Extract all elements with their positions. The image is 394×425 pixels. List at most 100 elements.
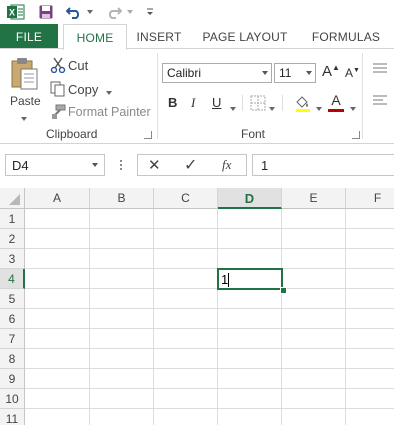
row-header[interactable]: 10 [0, 389, 25, 409]
redo-dropdown-icon[interactable] [126, 2, 134, 22]
gridline [25, 348, 394, 349]
format-painter-button[interactable]: Format Painter [68, 105, 151, 119]
row-header[interactable]: 11 [0, 409, 25, 425]
cancel-icon[interactable]: ✕ [148, 156, 161, 174]
borders-dropdown-icon[interactable] [269, 101, 275, 115]
tab-page-layout[interactable]: PAGE LAYOUT [196, 24, 294, 48]
grow-font-button[interactable]: A▲ [322, 63, 340, 80]
divider [242, 95, 243, 111]
excel-logo-icon[interactable]: X [6, 2, 26, 22]
copy-icon[interactable] [50, 81, 66, 97]
underline-button[interactable]: U [212, 95, 221, 110]
shrink-font-button[interactable]: A▼ [345, 66, 360, 80]
gridline [153, 209, 154, 425]
fill-handle[interactable] [280, 287, 287, 294]
quick-access-toolbar: X [0, 0, 394, 24]
gridline [25, 368, 394, 369]
chevron-down-icon [92, 163, 98, 167]
column-header[interactable]: F [346, 188, 394, 209]
font-launcher-icon[interactable] [352, 131, 360, 139]
name-box[interactable]: D4 [5, 154, 105, 176]
font-color-dropdown-icon[interactable] [350, 101, 356, 115]
group-divider [362, 53, 363, 139]
insert-function-icon[interactable]: fx [222, 157, 231, 173]
name-box-value: D4 [12, 158, 29, 173]
column-header[interactable]: B [90, 188, 154, 209]
clipboard-group-label: Clipboard [46, 127, 98, 141]
gridline [345, 209, 346, 425]
tab-home[interactable]: HOME [63, 24, 127, 50]
copy-dropdown-icon[interactable] [106, 85, 112, 99]
tab-formulas[interactable]: FORMULAS [304, 24, 388, 48]
undo-dropdown-icon[interactable] [86, 2, 94, 22]
row-header[interactable]: 3 [0, 249, 25, 269]
chevron-down-icon [306, 71, 312, 75]
row-header[interactable]: 6 [0, 309, 25, 329]
underline-dropdown-icon[interactable] [230, 101, 236, 115]
clipboard-launcher-icon[interactable] [144, 131, 152, 139]
row-header[interactable]: 2 [0, 229, 25, 249]
gridline [281, 209, 282, 425]
column-header-active[interactable]: D [218, 188, 282, 209]
row-header-active[interactable]: 4 [0, 269, 25, 289]
shrink-font-icon: A [345, 66, 354, 80]
font-size-value: 11 [279, 66, 292, 80]
font-size-box[interactable]: 11 [274, 63, 316, 83]
customize-qat-icon[interactable] [144, 2, 156, 22]
tab-file[interactable]: FILE [0, 24, 58, 48]
formula-bar-grip-icon[interactable] [119, 157, 123, 173]
row-header[interactable]: 8 [0, 349, 25, 369]
formula-buttons: ✕ ✓ fx [137, 154, 247, 176]
font-name-value: Calibri [167, 66, 202, 80]
fill-color-icon[interactable] [294, 94, 312, 112]
excel-logo-letter: X [9, 8, 15, 18]
undo-icon[interactable] [64, 2, 84, 22]
row-header[interactable]: 1 [0, 209, 25, 229]
cut-button[interactable]: Cut [68, 58, 88, 73]
column-header[interactable]: E [282, 188, 346, 209]
ribbon-tabs: FILE HOME INSERT PAGE LAYOUT FORMULAS [0, 24, 394, 50]
active-cell[interactable]: 1 [217, 268, 283, 290]
paste-dropdown-icon[interactable] [21, 111, 27, 125]
select-all-button[interactable] [0, 188, 25, 209]
cut-icon[interactable] [50, 57, 66, 74]
align-top-icon[interactable] [372, 63, 388, 77]
paste-button[interactable]: Paste [10, 94, 41, 108]
copy-button[interactable]: Copy [68, 82, 98, 97]
row-header[interactable]: 7 [0, 329, 25, 349]
borders-icon[interactable] [250, 95, 266, 111]
column-header[interactable]: A [25, 188, 90, 209]
row-header[interactable]: 9 [0, 369, 25, 389]
gridline [25, 268, 394, 269]
save-icon[interactable] [36, 2, 56, 22]
worksheet-grid[interactable]: A B C D E F 1 2 3 4 5 6 7 8 9 10 11 1 [0, 188, 394, 425]
gridline [217, 209, 218, 425]
font-name-box[interactable]: Calibri [162, 63, 272, 83]
text-cursor [228, 273, 229, 287]
gridline [25, 248, 394, 249]
tab-insert[interactable]: INSERT [130, 24, 188, 48]
column-header[interactable]: C [154, 188, 218, 209]
gridline [25, 328, 394, 329]
grow-font-icon: A [322, 63, 333, 80]
formula-input[interactable]: 1 [252, 154, 394, 176]
divider [282, 95, 283, 111]
bold-button[interactable]: B [168, 95, 177, 110]
redo-icon[interactable] [104, 2, 124, 22]
row-header[interactable]: 5 [0, 289, 25, 309]
font-group-label: Font [241, 127, 266, 141]
font-color-swatch [328, 109, 344, 112]
gridline [25, 308, 394, 309]
italic-button[interactable]: I [191, 95, 195, 111]
font-color-button[interactable]: A [326, 92, 346, 114]
font-color-icon: A [331, 92, 341, 108]
enter-icon[interactable]: ✓ [184, 155, 197, 175]
paste-icon[interactable] [9, 57, 41, 93]
gridline [89, 209, 90, 425]
format-painter-icon[interactable] [50, 104, 66, 120]
align-left-icon[interactable] [372, 95, 388, 109]
gridline [25, 388, 394, 389]
group-divider [157, 53, 158, 139]
fill-color-dropdown-icon[interactable] [316, 101, 322, 115]
gridline [25, 228, 394, 229]
